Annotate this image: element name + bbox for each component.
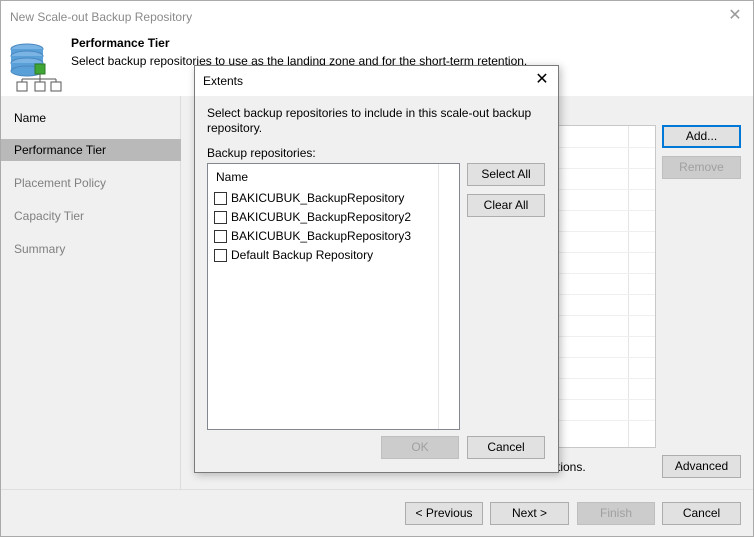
column-header-name[interactable]: Name <box>216 170 248 184</box>
close-icon[interactable]: ✕ <box>725 6 745 26</box>
next-button[interactable]: Next > <box>490 502 569 525</box>
row-divider <box>558 378 655 379</box>
dialog-cancel-button[interactable]: Cancel <box>467 436 545 459</box>
row-divider <box>558 168 655 169</box>
clear-all-button[interactable]: Clear All <box>467 194 545 217</box>
remove-button[interactable]: Remove <box>662 156 741 179</box>
title-bar: New Scale-out Backup Repository ✕ <box>1 1 753 32</box>
finish-button[interactable]: Finish <box>577 502 655 525</box>
page-title: Performance Tier <box>71 36 170 50</box>
step-placement-policy[interactable]: Placement Policy <box>1 172 181 194</box>
content-hint-text: tions. <box>557 460 586 474</box>
row-divider <box>558 315 655 316</box>
repository-name: BAKICUBUK_BackupRepository3 <box>231 229 412 243</box>
repositories-list[interactable]: Name BAKICUBUK_BackupRepository BAKICUBU… <box>207 163 460 430</box>
step-name[interactable]: Name <box>1 107 181 129</box>
wizard-steps: Name Performance Tier Placement Policy C… <box>1 96 181 489</box>
cancel-button[interactable]: Cancel <box>662 502 741 525</box>
extents-list[interactable] <box>557 125 656 448</box>
dialog-title: Extents <box>203 74 244 88</box>
repository-name: Default Backup Repository <box>231 248 374 262</box>
step-capacity-tier[interactable]: Capacity Tier <box>1 205 181 227</box>
list-item[interactable]: BAKICUBUK_BackupRepository2 <box>214 208 434 226</box>
previous-button[interactable]: < Previous <box>405 502 483 525</box>
row-divider <box>558 273 655 274</box>
dialog-close-icon[interactable]: ✕ <box>532 70 552 90</box>
repository-checkbox[interactable] <box>214 211 227 224</box>
repository-name: BAKICUBUK_BackupRepository2 <box>231 210 412 224</box>
database-hierarchy-icon <box>10 43 62 92</box>
add-button[interactable]: Add... <box>662 125 741 148</box>
row-divider <box>558 294 655 295</box>
row-divider <box>558 189 655 190</box>
wizard-footer: < Previous Next > Finish Cancel <box>1 489 753 536</box>
extents-dialog: Extents ✕ Select backup repositories to … <box>194 65 559 473</box>
repository-checkbox[interactable] <box>214 249 227 262</box>
row-divider <box>558 336 655 337</box>
row-divider <box>558 210 655 211</box>
repositories-label: Backup repositories: <box>207 146 316 160</box>
step-summary[interactable]: Summary <box>1 238 181 260</box>
advanced-button[interactable]: Advanced <box>662 455 741 478</box>
step-performance-tier[interactable]: Performance Tier <box>1 139 181 161</box>
list-item[interactable]: BAKICUBUK_BackupRepository <box>214 189 434 207</box>
row-divider <box>558 147 655 148</box>
window-title: New Scale-out Backup Repository <box>10 10 193 24</box>
list-item[interactable]: BAKICUBUK_BackupRepository3 <box>214 227 434 245</box>
row-divider <box>558 399 655 400</box>
row-divider <box>558 252 655 253</box>
row-divider <box>558 420 655 421</box>
repository-checkbox[interactable] <box>214 192 227 205</box>
column-divider <box>438 164 439 429</box>
dialog-description: Select backup repositories to include in… <box>207 106 532 135</box>
dialog-title-bar: Extents ✕ <box>195 66 558 96</box>
row-divider <box>558 231 655 232</box>
row-divider <box>558 357 655 358</box>
select-all-button[interactable]: Select All <box>467 163 545 186</box>
list-item[interactable]: Default Backup Repository <box>214 246 434 264</box>
ok-button[interactable]: OK <box>381 436 459 459</box>
repository-name: BAKICUBUK_BackupRepository <box>231 191 405 205</box>
repository-checkbox[interactable] <box>214 230 227 243</box>
